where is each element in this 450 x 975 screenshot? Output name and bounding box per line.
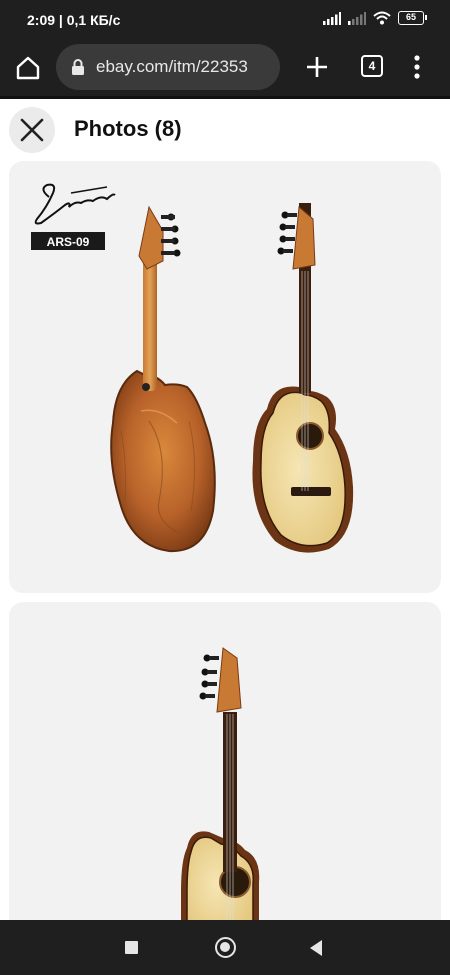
- ukulele-front: [252, 203, 354, 553]
- model-badge: ARS-09: [47, 235, 90, 249]
- close-icon: [20, 118, 44, 142]
- ukulele-back: [110, 205, 216, 553]
- status-bar: 2:09 | 0,1 КБ/с 65: [0, 0, 450, 40]
- status-time: 2:09 | 0,1 КБ/с: [27, 12, 121, 28]
- circle-icon[interactable]: [215, 937, 236, 958]
- url-text: ebay.com/itm/22353: [96, 57, 248, 76]
- browser-toolbar: ebay.com/itm/22353 4: [0, 40, 450, 96]
- page-title: Photos (8): [74, 116, 182, 141]
- signal-2-icon: [348, 11, 366, 25]
- plus-icon[interactable]: [304, 54, 330, 80]
- url-bar[interactable]: ebay.com/itm/22353: [56, 44, 280, 90]
- ukulele-photo: ARS-09: [31, 183, 354, 553]
- system-nav-bar: [0, 920, 450, 975]
- toolbar-divider: [0, 96, 450, 99]
- brand-logo: ARS-09: [31, 183, 116, 250]
- photo-2[interactable]: [9, 602, 441, 932]
- ukulele-photo-2: [181, 647, 260, 932]
- home-icon[interactable]: [14, 54, 42, 82]
- photo-1[interactable]: ARS-09: [9, 161, 441, 593]
- battery-icon: 65: [398, 11, 427, 25]
- close-button[interactable]: [9, 107, 55, 153]
- status-icons: 65: [323, 11, 427, 25]
- signal-icon: [323, 11, 341, 25]
- ukulele-front-2: [181, 647, 260, 932]
- square-icon[interactable]: [125, 941, 138, 954]
- more-vert-icon[interactable]: [410, 54, 424, 80]
- lock-icon: [72, 59, 84, 75]
- tabs-button[interactable]: 4: [361, 55, 383, 77]
- triangle-back-icon[interactable]: [310, 940, 322, 956]
- wifi-icon: [373, 11, 391, 25]
